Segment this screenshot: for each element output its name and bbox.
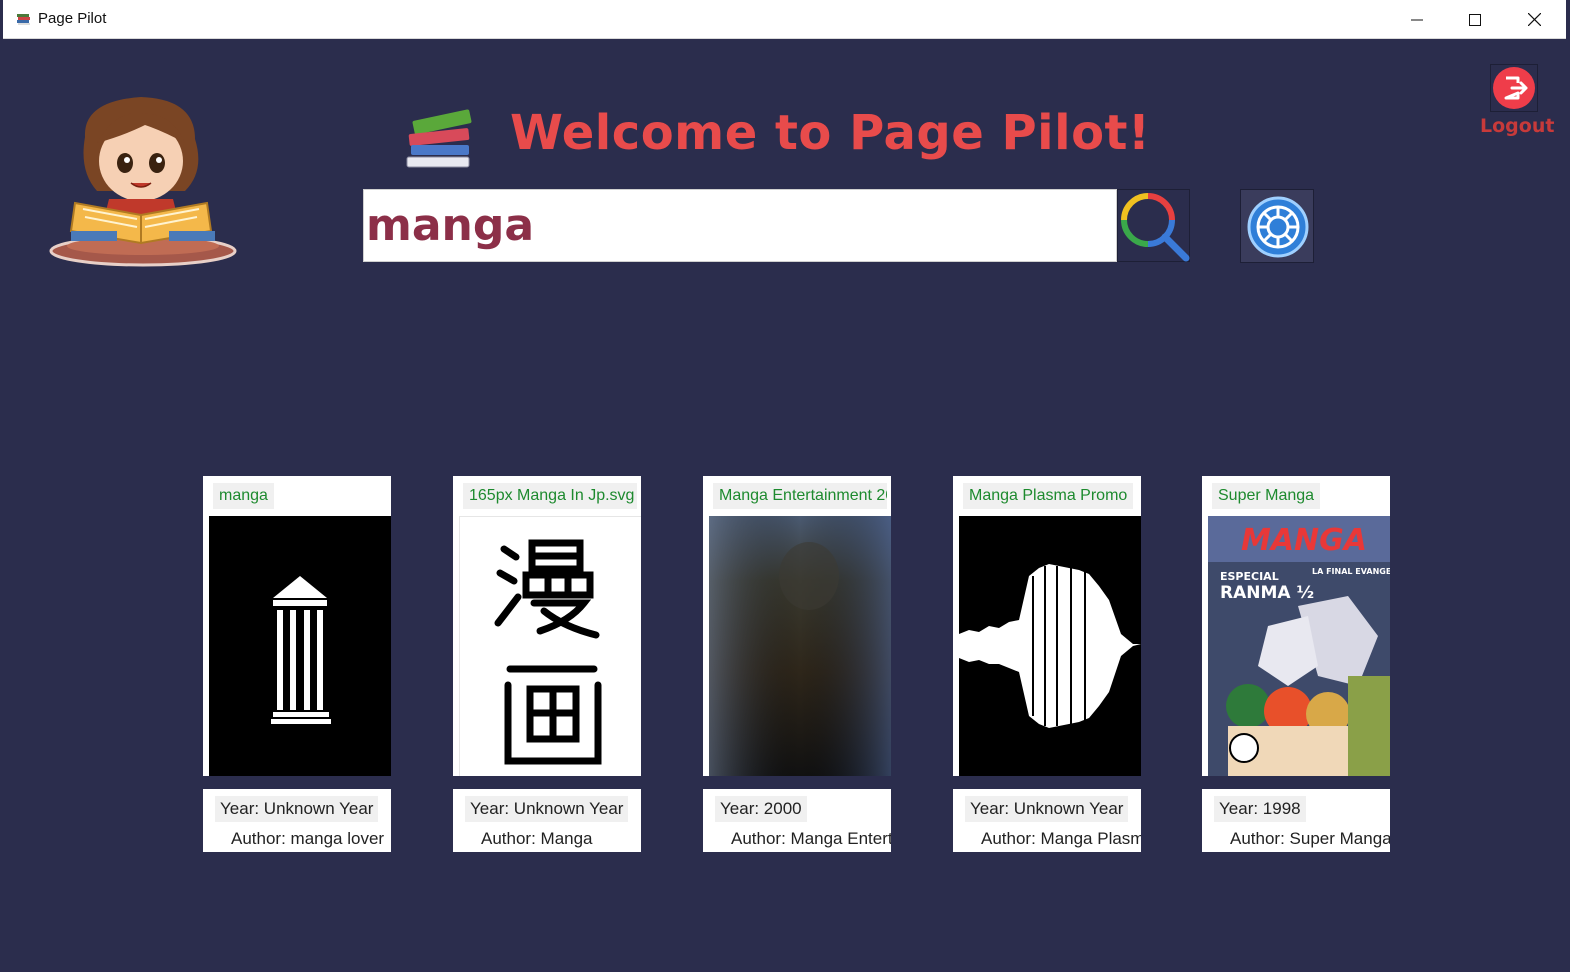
card-year: Year: 1998 (1214, 796, 1306, 822)
search-field-container (363, 189, 1117, 262)
logout-icon (1493, 67, 1535, 109)
title-bar: Page Pilot (3, 0, 1566, 39)
result-card[interactable]: Super Manga MANGA ESPECIAL RANMA ½ LA FI… (1202, 476, 1390, 852)
window-title: Page Pilot (38, 10, 107, 27)
card-title: 165px Manga In Jp.svg (463, 483, 637, 509)
search-icon (1121, 193, 1190, 262)
minimize-icon (1411, 19, 1423, 20)
card-year: Year: Unknown Year (965, 796, 1129, 822)
card-author: Author: Manga Entertainment (731, 829, 891, 848)
result-card[interactable]: 165px Manga In Jp.svg Year: Unknown Year… (453, 476, 641, 852)
close-button[interactable] (1505, 0, 1563, 39)
search-button[interactable] (1117, 189, 1190, 262)
app-window: Page Pilot Welcome to Page Pilot! manga … (3, 0, 1566, 972)
card-author: Author: Super Manga (1230, 829, 1390, 848)
result-card[interactable]: Manga Entertainment 2000 (703, 476, 891, 852)
kanji-manga-image (460, 517, 641, 776)
card-title: manga (213, 483, 274, 509)
maximize-icon (1469, 13, 1481, 26)
card-title: Super Manga (1212, 483, 1321, 509)
column-icon (209, 516, 391, 776)
close-icon (1527, 13, 1541, 26)
card-image[interactable] (459, 516, 641, 776)
card-image[interactable] (959, 516, 1141, 776)
logout-label[interactable]: Logout (1480, 115, 1554, 137)
welcome-heading: Welcome to Page Pilot! (510, 105, 1151, 161)
svg-text:ESPECIAL: ESPECIAL (1220, 570, 1279, 583)
card-author: Author: Manga Plasma (981, 829, 1141, 848)
card-title: Manga Entertainment 2000 (713, 483, 887, 509)
minimize-button[interactable] (1388, 0, 1446, 39)
settings-button[interactable] (1240, 189, 1314, 263)
result-card[interactable]: Manga Plasma Promo Year: Unknown Year Au… (953, 476, 1141, 852)
card-year: Year: Unknown Year (465, 796, 629, 822)
app-icon (17, 14, 30, 25)
card-image[interactable]: MANGA ESPECIAL RANMA ½ LA FINAL EVANGELI… (1208, 516, 1390, 776)
gear-icon (1247, 196, 1309, 258)
waveform-image (959, 516, 1141, 776)
svg-text:MANGA: MANGA (1241, 523, 1367, 558)
card-image[interactable] (709, 516, 891, 776)
ninja-scroll-cover-image (709, 516, 891, 776)
super-manga-cover-image: MANGA ESPECIAL RANMA ½ LA FINAL EVANGELI… (1208, 516, 1390, 776)
card-title: Manga Plasma Promo (963, 483, 1134, 509)
svg-text:LA FINAL EVANGELION: LA FINAL EVANGELION (1312, 567, 1390, 576)
card-image[interactable] (209, 516, 391, 776)
search-input[interactable] (364, 190, 1116, 261)
main-content: Welcome to Page Pilot! manga Logout mang… (3, 39, 1566, 972)
card-year: Year: Unknown Year (215, 796, 379, 822)
svg-text:RANMA ½: RANMA ½ (1220, 583, 1314, 603)
card-author: Author: Manga (481, 829, 593, 848)
result-card[interactable]: manga Year: Unknown Year Author: manga l… (203, 476, 391, 852)
books-stack-icon (406, 109, 472, 168)
maximize-button[interactable] (1446, 0, 1504, 39)
card-author: Author: manga lover (231, 829, 385, 848)
logout-button[interactable] (1490, 64, 1538, 112)
card-year: Year: 2000 (715, 796, 807, 822)
reading-girl-mascot-icon (49, 97, 237, 267)
